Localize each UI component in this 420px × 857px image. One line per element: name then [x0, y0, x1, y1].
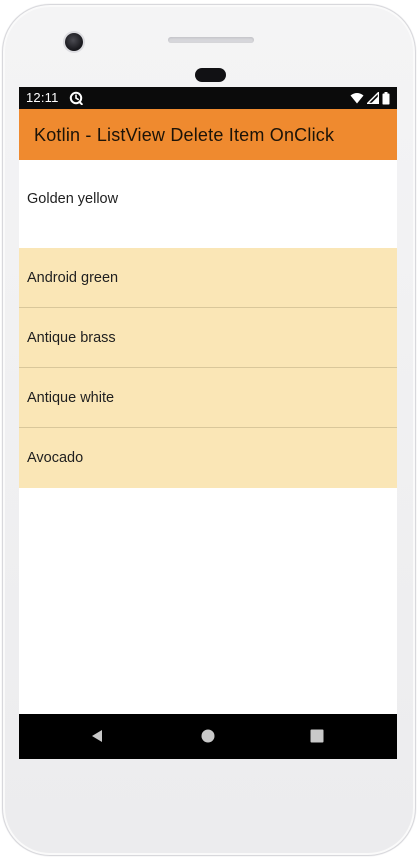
earpiece-speaker: [168, 37, 254, 43]
list-item-label: Golden yellow: [27, 191, 119, 207]
status-icons: [350, 90, 390, 106]
wifi-icon: [350, 93, 364, 104]
list-item[interactable]: Avocado: [19, 428, 397, 488]
list-item[interactable]: Golden yellow: [19, 160, 397, 248]
phone-screen: 12:11 Kotlin - ListView Delete Item OnCl…: [19, 87, 397, 759]
list-item[interactable]: Android green: [19, 248, 397, 308]
proximity-sensor: [195, 68, 226, 82]
app-title: Kotlin - ListView Delete Item OnClick: [34, 125, 335, 145]
list-item-label: Avocado: [27, 450, 84, 466]
list-item-label: Android green: [27, 269, 119, 286]
color-list: Golden yellow Android green Antique bras…: [19, 160, 397, 488]
sync-icon: [69, 91, 83, 105]
signal-icon: [367, 92, 379, 104]
list-item-label: Antique white: [27, 389, 115, 406]
list-item[interactable]: Antique brass: [19, 308, 397, 368]
recents-icon[interactable]: [309, 728, 325, 744]
front-camera: [65, 33, 83, 51]
back-icon[interactable]: [89, 728, 105, 744]
status-time: 12:11: [26, 90, 59, 105]
app-bar: Kotlin - ListView Delete Item OnClick: [19, 109, 397, 160]
list-item[interactable]: Antique white: [19, 368, 397, 428]
list-item-label: Antique brass: [27, 329, 116, 346]
navigation-bar: [19, 714, 397, 759]
home-icon[interactable]: [200, 728, 216, 744]
status-bar: 12:11: [19, 87, 397, 109]
battery-icon: [382, 91, 390, 104]
